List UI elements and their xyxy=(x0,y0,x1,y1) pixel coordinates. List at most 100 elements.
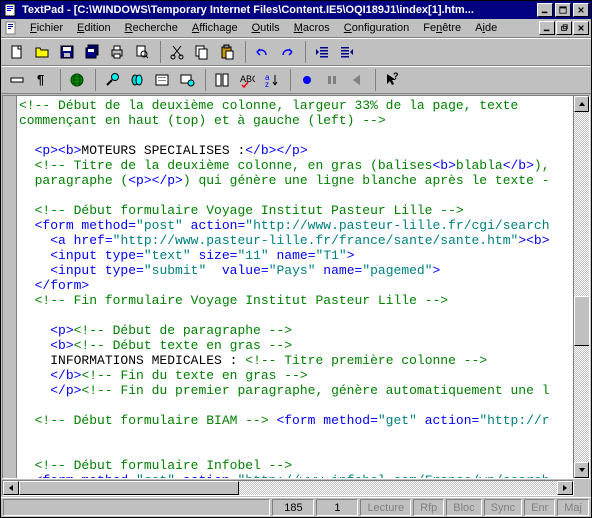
toolbar-separator xyxy=(200,69,206,91)
new-file-button[interactable] xyxy=(5,41,29,63)
tool-btn-1[interactable] xyxy=(5,69,29,91)
undo-button[interactable] xyxy=(250,41,274,63)
code-comment: <!-- Début formulaire Infobel --> xyxy=(35,458,292,473)
code-attr: method= xyxy=(81,218,136,233)
scroll-right-button[interactable] xyxy=(557,481,573,495)
horizontal-scrollbar[interactable] xyxy=(2,480,574,496)
menu-bar: Fichier Edition Recherche Affichage Outi… xyxy=(1,19,591,38)
status-read: Lecture xyxy=(360,499,411,516)
find-button[interactable] xyxy=(100,69,124,91)
find-next-button[interactable] xyxy=(125,69,149,91)
code-tag: </b></p> xyxy=(245,143,307,158)
code-attr: action= xyxy=(183,218,245,233)
window-controls xyxy=(535,3,589,17)
mdi-close-button[interactable] xyxy=(573,21,589,35)
code-comment: <!-- Fin du premier paragraphe, génère a… xyxy=(81,383,549,398)
code-string: "post" xyxy=(136,218,183,233)
code-comment: ) qui génère une ligne blanche après le … xyxy=(183,173,550,188)
code-attr: action= xyxy=(175,473,237,478)
scroll-up-button[interactable] xyxy=(574,96,589,112)
copy-button[interactable] xyxy=(190,41,214,63)
toolbar-separator xyxy=(300,41,306,63)
paragraph-button[interactable]: ¶ xyxy=(30,69,54,91)
code-string: "text" xyxy=(144,248,191,263)
cut-button[interactable] xyxy=(165,41,189,63)
print-button[interactable] xyxy=(105,41,129,63)
code-tag: </b> xyxy=(503,158,534,173)
scroll-track[interactable] xyxy=(574,112,589,462)
maximize-button[interactable] xyxy=(555,3,571,17)
print-preview-button[interactable] xyxy=(130,41,154,63)
code-line: commençant en haut (top) et à gauche (le… xyxy=(19,113,386,128)
code-tag: <form xyxy=(35,218,82,233)
code-comment: <!-- Fin du texte en gras --> xyxy=(81,368,307,383)
menu-tools[interactable]: Outils xyxy=(245,20,287,36)
sort-button[interactable]: az xyxy=(260,69,284,91)
redo-button[interactable] xyxy=(275,41,299,63)
paste-button[interactable] xyxy=(215,41,239,63)
browser-button[interactable] xyxy=(65,69,89,91)
minimize-button[interactable] xyxy=(537,3,553,17)
indent-left-button[interactable] xyxy=(310,41,334,63)
pause-button[interactable] xyxy=(320,69,344,91)
code-attr: type= xyxy=(105,263,144,278)
compare-button[interactable] xyxy=(210,69,234,91)
scroll-corner xyxy=(574,480,590,496)
code-string: "T1" xyxy=(316,248,347,263)
editor-area: <!-- Début de la deuxième colonne, large… xyxy=(2,95,590,479)
mdi-minimize-button[interactable] xyxy=(539,21,555,35)
code-tag: <b> xyxy=(432,158,455,173)
vertical-scrollbar[interactable] xyxy=(573,96,589,478)
code-string: "http://www.pasteur-lille.fr/cgi/search xyxy=(245,218,549,233)
code-tag: <b> xyxy=(50,338,73,353)
toolbar-1 xyxy=(1,38,591,66)
menu-help[interactable]: Aide xyxy=(468,20,504,36)
mdi-restore-button[interactable] xyxy=(556,21,572,35)
document-icon[interactable] xyxy=(3,20,19,36)
toolbar-separator xyxy=(155,41,161,63)
hscroll-row xyxy=(2,480,590,496)
menu-display[interactable]: Affichage xyxy=(185,20,245,36)
scroll-left-button[interactable] xyxy=(3,481,19,495)
menu-edit[interactable]: Edition xyxy=(70,20,118,36)
code-tag: > xyxy=(347,248,355,263)
status-col: 1 xyxy=(316,499,358,516)
code-attr: type= xyxy=(105,248,144,263)
play-button[interactable] xyxy=(345,69,369,91)
spell-button[interactable]: ABC xyxy=(235,69,259,91)
code-text: blabla xyxy=(456,158,503,173)
code-tag: </b> xyxy=(50,368,81,383)
record-button[interactable] xyxy=(295,69,319,91)
open-file-button[interactable] xyxy=(30,41,54,63)
help-cursor-button[interactable]: ? xyxy=(380,69,404,91)
indent-right-button[interactable] xyxy=(335,41,359,63)
code-string: "11" xyxy=(237,248,268,263)
close-button[interactable] xyxy=(573,3,589,17)
menu-config[interactable]: Configuration xyxy=(337,20,416,36)
code-line: <!-- Début de la deuxième colonne, large… xyxy=(19,98,518,113)
tool-btn-7[interactable] xyxy=(150,69,174,91)
code-tag: ><b> xyxy=(518,233,549,248)
scroll-down-button[interactable] xyxy=(574,462,589,478)
tool-btn-8[interactable] xyxy=(175,69,199,91)
save-button[interactable] xyxy=(55,41,79,63)
scroll-thumb-h[interactable] xyxy=(19,481,239,495)
menu-macros[interactable]: Macros xyxy=(287,20,337,36)
code-attr: name= xyxy=(269,248,316,263)
code-string: "http://www.pasteur-lille.fr/france/sant… xyxy=(113,233,519,248)
status-bloc: Bloc xyxy=(446,499,481,516)
code-comment: ), xyxy=(534,158,550,173)
code-tag: </form> xyxy=(35,278,90,293)
code-tag: </p> xyxy=(50,383,81,398)
title-bar[interactable]: TextPad - [C:\WINDOWS\Temporary Internet… xyxy=(1,1,591,19)
scroll-thumb[interactable] xyxy=(574,296,590,346)
menu-file[interactable]: Fichier xyxy=(23,20,70,36)
code-string: "http://www.infobel.com/France/wp/search xyxy=(237,473,549,478)
status-main xyxy=(3,499,270,516)
save-all-button[interactable] xyxy=(80,41,104,63)
code-comment: <!-- Début de paragraphe --> xyxy=(74,323,292,338)
svg-text:?: ? xyxy=(393,72,399,81)
menu-window[interactable]: Fenêtre xyxy=(416,20,468,36)
menu-search[interactable]: Recherche xyxy=(118,20,185,36)
code-editor[interactable]: <!-- Début de la deuxième colonne, large… xyxy=(17,96,573,478)
